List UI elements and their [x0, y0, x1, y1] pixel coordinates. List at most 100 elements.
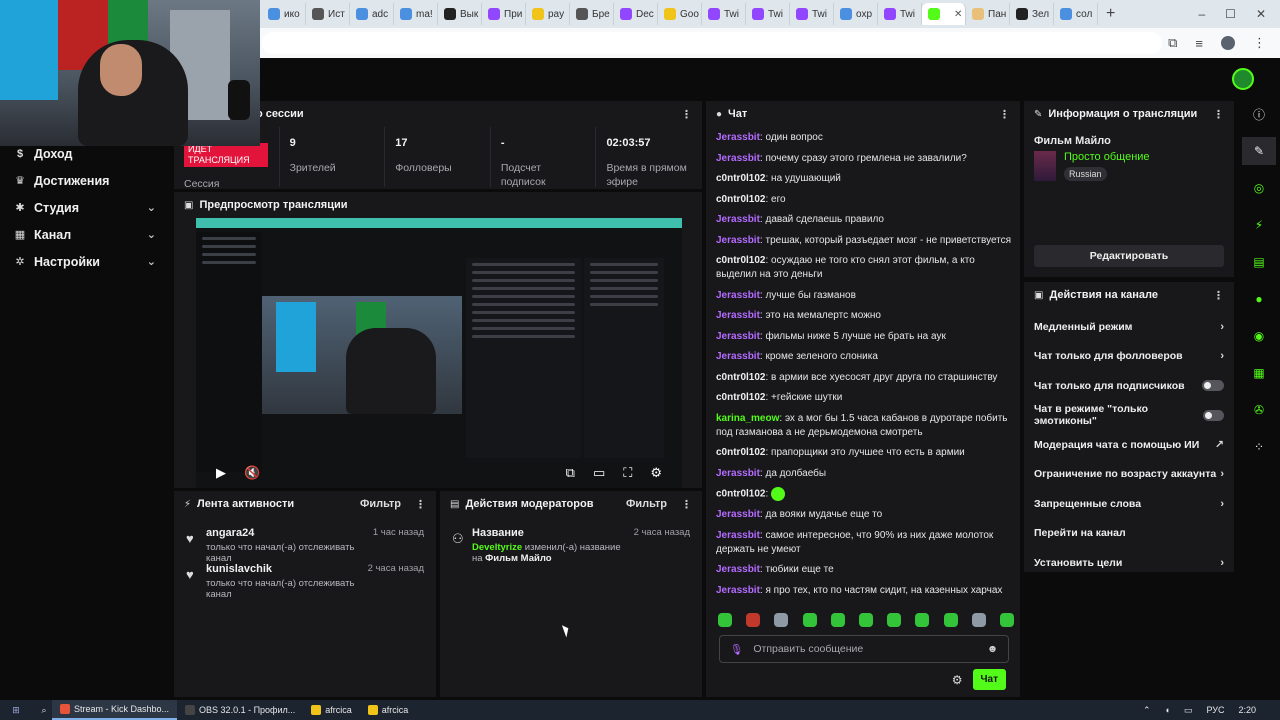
- sidebar-item[interactable]: ✱ Студия ⌄: [0, 194, 170, 221]
- browser-tab[interactable]: Бре: [570, 3, 614, 25]
- browser-tab[interactable]: Goo: [658, 3, 702, 25]
- address-bar[interactable]: [262, 32, 1162, 54]
- chat-username[interactable]: c0ntr0l102: [716, 489, 765, 500]
- emoji-icon[interactable]: ☻: [987, 643, 998, 655]
- activity-user[interactable]: kunislavchik: [206, 563, 368, 575]
- browser-menu-icon[interactable]: ⋮: [1253, 35, 1266, 51]
- activity-filter-button[interactable]: Фильтр: [360, 498, 401, 510]
- chat-username[interactable]: c0ntr0l102: [716, 255, 765, 266]
- emote-icon[interactable]: [746, 613, 761, 627]
- wrench-icon[interactable]: ✇: [1242, 396, 1276, 424]
- chat-username[interactable]: Jerassbit: [716, 509, 760, 520]
- stream-preview-video[interactable]: ▶ 🔇 ⧉ ▭ ⛶ ⚙: [196, 218, 682, 488]
- chat-username[interactable]: c0ntr0l102: [716, 447, 765, 458]
- browser-tab[interactable]: Dec: [614, 3, 658, 25]
- broadcast-icon[interactable]: ◉: [1242, 322, 1276, 350]
- browser-tab[interactable]: Ист: [306, 3, 350, 25]
- browser-tab[interactable]: ✕: [922, 3, 966, 25]
- chat-username[interactable]: Jerassbit: [716, 310, 760, 321]
- chat-username[interactable]: Jerassbit: [716, 468, 760, 479]
- network-icon[interactable]: ▭: [1184, 705, 1193, 716]
- chat-username[interactable]: c0ntr0l102: [716, 372, 765, 383]
- channel-action-item[interactable]: Чат в режиме "только эмотиконы": [1024, 401, 1234, 431]
- taskbar-app[interactable]: Stream - Kick Dashbo...: [52, 700, 178, 720]
- browser-tab[interactable]: adc: [350, 3, 394, 25]
- apps-icon[interactable]: ⁘: [1242, 433, 1276, 461]
- more-options-icon[interactable]: ⋮: [999, 108, 1010, 121]
- maximize-icon[interactable]: ☐: [1225, 7, 1236, 21]
- browser-tab[interactable]: Пан: [966, 3, 1010, 25]
- emote-icon[interactable]: [774, 613, 789, 627]
- target-icon[interactable]: ◎: [1242, 174, 1276, 202]
- settings-icon[interactable]: ⚙: [650, 465, 662, 481]
- windows-start-icon[interactable]: ⊞: [8, 705, 24, 716]
- chat-send-button[interactable]: Чат: [972, 669, 1006, 690]
- emote-icon[interactable]: [887, 613, 902, 627]
- sidebar-item[interactable]: ♛ Достижения: [0, 167, 170, 194]
- chat-username[interactable]: Jerassbit: [716, 530, 760, 541]
- pip-icon[interactable]: ⧉: [566, 465, 575, 481]
- browser-tab[interactable]: При: [482, 3, 526, 25]
- toggle-switch[interactable]: [1203, 409, 1224, 421]
- play-icon[interactable]: ▶: [216, 465, 226, 481]
- edit-icon[interactable]: ✎: [1242, 137, 1276, 165]
- extensions-icon[interactable]: ⧉: [1168, 35, 1177, 51]
- chat-username[interactable]: Jerassbit: [716, 214, 760, 225]
- microphone-icon[interactable]: 🎙: [730, 643, 743, 656]
- emote-icon[interactable]: [999, 613, 1014, 627]
- emote-icon[interactable]: [915, 613, 930, 627]
- chat-input[interactable]: 🎙 Отправить сообщение ☻: [719, 635, 1009, 663]
- emote-icon[interactable]: [971, 613, 986, 627]
- chat-username[interactable]: c0ntr0l102: [716, 173, 765, 184]
- more-options-icon[interactable]: ⋮: [681, 498, 692, 511]
- moderators-filter-button[interactable]: Фильтр: [626, 498, 667, 510]
- channel-action-item[interactable]: Медленный режим ›: [1024, 312, 1234, 342]
- emote-icon[interactable]: [943, 613, 958, 627]
- clock[interactable]: 2:20: [1238, 705, 1256, 715]
- toggle-switch[interactable]: [1202, 380, 1224, 392]
- fullscreen-icon[interactable]: ⛶: [623, 465, 632, 481]
- browser-tab[interactable]: pay: [526, 3, 570, 25]
- channel-action-item[interactable]: Установить цели ›: [1024, 548, 1234, 578]
- channel-action-item[interactable]: Перейти на канал: [1024, 519, 1234, 549]
- chat-settings-icon[interactable]: ⚙: [952, 673, 963, 687]
- emote-icon[interactable]: [858, 613, 873, 627]
- chat-username[interactable]: c0ntr0l102: [716, 194, 765, 205]
- tray-chevron-icon[interactable]: ⌃: [1143, 705, 1151, 716]
- browser-tab[interactable]: oxp: [834, 3, 878, 25]
- search-icon[interactable]: ⌕: [36, 705, 52, 716]
- chat-icon[interactable]: ●: [1242, 285, 1276, 313]
- chat-username[interactable]: Jerassbit: [716, 564, 760, 575]
- browser-tab[interactable]: Зел: [1010, 3, 1054, 25]
- chat-username[interactable]: Jerassbit: [716, 331, 760, 342]
- info-icon[interactable]: ⓘ: [1242, 100, 1276, 128]
- more-options-icon[interactable]: ⋮: [415, 498, 426, 511]
- lightning-icon[interactable]: ⚡: [1242, 211, 1276, 239]
- mod-user[interactable]: Develtyrize: [472, 542, 522, 553]
- reading-list-icon[interactable]: ≡: [1195, 36, 1203, 51]
- sidebar-item[interactable]: ▦ Канал ⌄: [0, 221, 170, 248]
- layout-icon[interactable]: ▦: [1242, 359, 1276, 387]
- more-options-icon[interactable]: ⋮: [1213, 289, 1224, 302]
- stream-category[interactable]: Просто общение: [1064, 151, 1150, 163]
- profile-avatar[interactable]: [1221, 36, 1235, 50]
- channel-action-item[interactable]: Запрещенные слова ›: [1024, 489, 1234, 519]
- browser-tab[interactable]: Twi: [878, 3, 922, 25]
- close-window-icon[interactable]: ✕: [1256, 7, 1266, 21]
- channel-action-item[interactable]: Ограничение по возрасту аккаунта ›: [1024, 460, 1234, 490]
- channel-action-item[interactable]: Чат только для подписчиков: [1024, 371, 1234, 401]
- browser-tab[interactable]: сол: [1054, 3, 1098, 25]
- edit-button[interactable]: Редактировать: [1034, 245, 1224, 267]
- chat-username[interactable]: Jerassbit: [716, 153, 760, 164]
- chat-username[interactable]: karina_meow: [716, 413, 779, 424]
- volume-icon[interactable]: ◖: [1164, 705, 1169, 715]
- taskbar-app[interactable]: afrcica: [360, 700, 417, 720]
- chat-username[interactable]: Jerassbit: [716, 290, 760, 301]
- new-tab-button[interactable]: +: [1106, 5, 1115, 23]
- browser-tab[interactable]: Twi: [702, 3, 746, 25]
- language-indicator[interactable]: РУС: [1206, 705, 1224, 715]
- sidebar-item[interactable]: ✲ Настройки ⌄: [0, 248, 170, 275]
- theater-icon[interactable]: ▭: [593, 465, 605, 481]
- chat-username[interactable]: Jerassbit: [716, 585, 760, 596]
- chat-username[interactable]: c0ntr0l102: [716, 392, 765, 403]
